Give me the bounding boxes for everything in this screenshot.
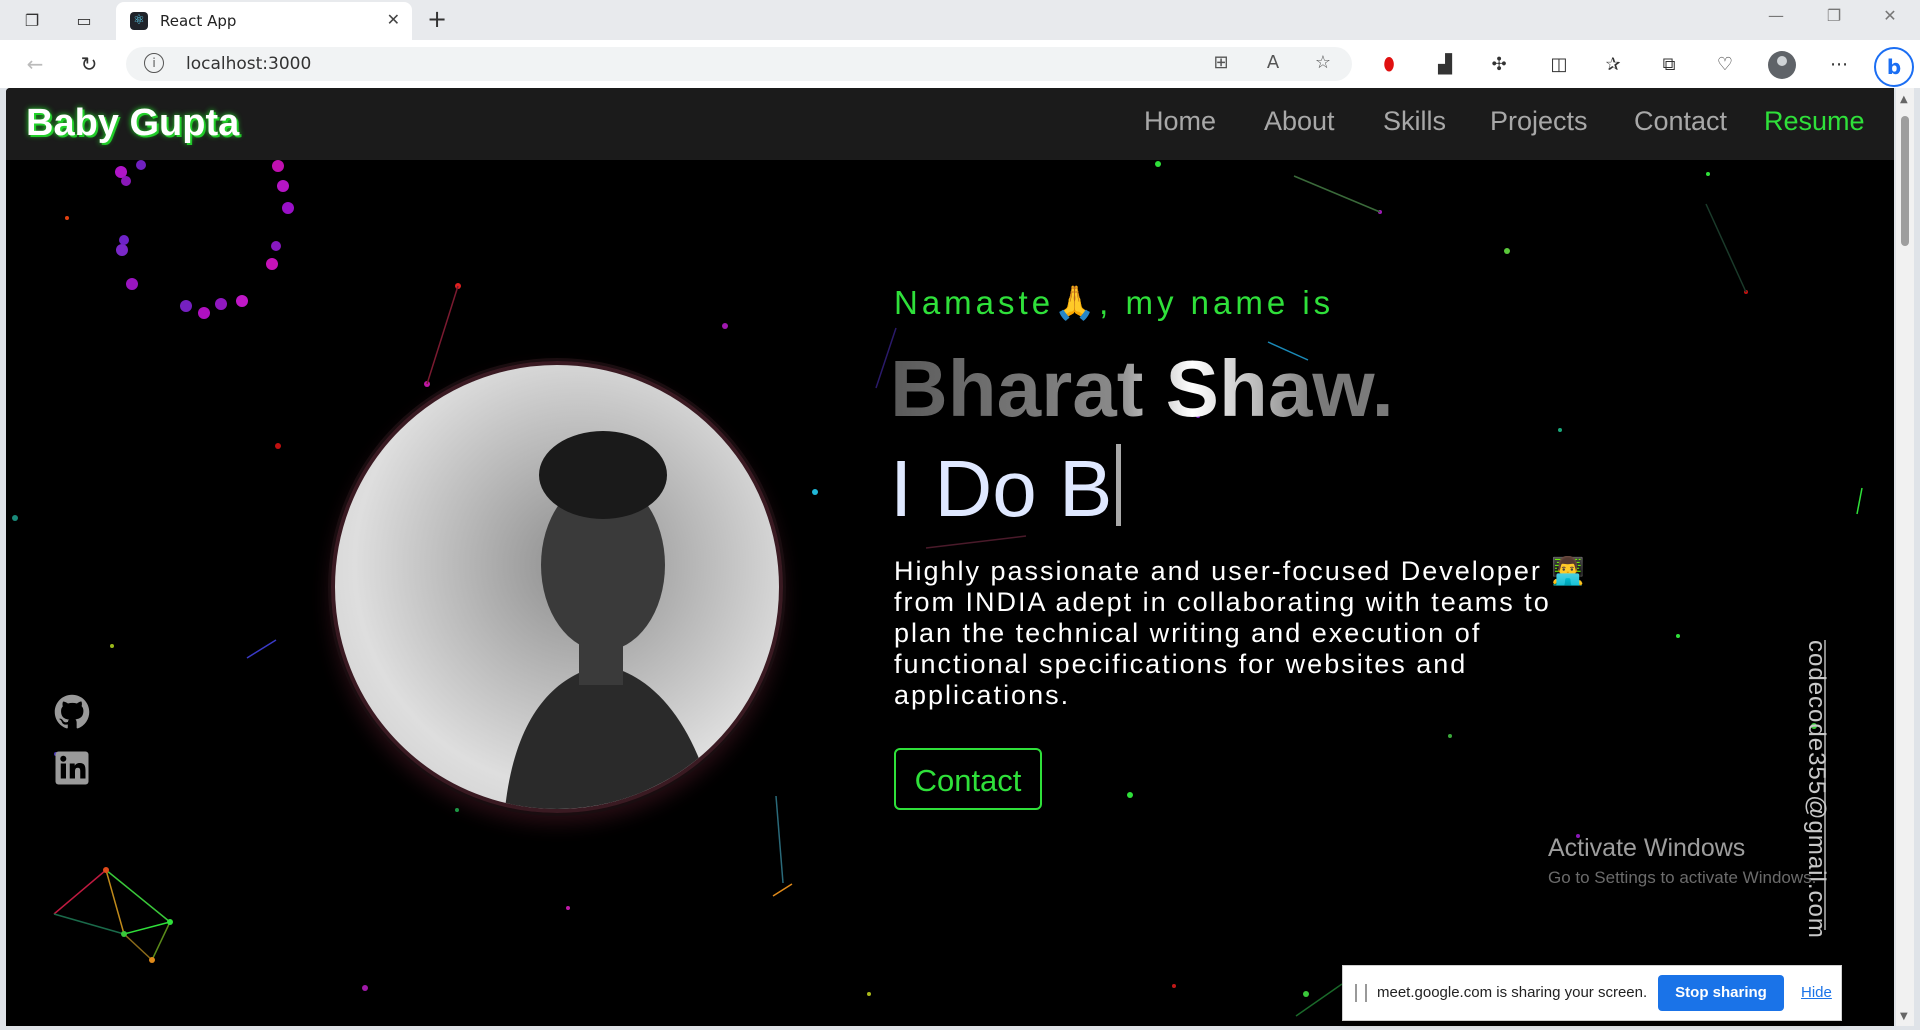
nav-projects[interactable]: Projects [1490,106,1588,137]
nav-about[interactable]: About [1264,106,1335,137]
site-info-icon[interactable]: i [144,53,164,73]
split-screen-icon[interactable]: ◫ [1546,52,1572,78]
copilot-icon[interactable]: b [1874,47,1914,87]
page-scrollbar[interactable]: ▲ ▼ [1896,88,1914,1026]
drag-handle-icon[interactable] [1355,984,1367,1002]
greeting-text: Namaste🙏, my name is [894,284,1335,321]
typing-value: I Do B [890,444,1113,533]
favorites-icon[interactable]: ✰ [1600,52,1626,78]
screen-share-bar: meet.google.com is sharing your screen. … [1342,965,1842,1021]
particle-cluster [53,867,173,963]
extensions-icon[interactable]: ✣ [1486,52,1512,78]
toolbar: ← ↻ i localhost:3000 ⊞ A ☆ ⬮ ▟ ✣ ◫ ✰ ⧉ ♡… [0,40,1920,88]
url-text[interactable]: localhost:3000 [186,54,311,74]
read-aloud-icon[interactable]: A [1260,52,1286,73]
typing-cursor [1116,444,1122,526]
stop-sharing-button[interactable]: Stop sharing [1658,975,1784,1011]
scroll-down-icon[interactable]: ▼ [1900,1011,1908,1022]
hero-name: Bharat Shaw. [890,344,1394,433]
contact-button[interactable]: Contact [894,748,1042,810]
share-message: meet.google.com is sharing your screen. [1377,984,1648,1001]
close-window-icon[interactable]: ✕ [1870,6,1910,25]
browser-essentials-icon[interactable]: ♡ [1712,52,1738,78]
tab-title: React App [160,12,237,30]
activate-windows-subtitle: Go to Settings to activate Windows. [1548,868,1817,887]
back-icon[interactable]: ← [20,50,50,78]
brand-logo[interactable]: Baby Gupta [26,102,239,145]
tab-actions-icon[interactable]: ▭ [70,8,98,32]
address-bar[interactable]: i localhost:3000 ⊞ A ☆ [126,47,1352,81]
react-favicon-icon: ⚛ [130,12,148,30]
scroll-up-icon[interactable]: ▲ [1900,94,1908,105]
new-tab-icon[interactable]: + [422,5,452,33]
opera-extension-icon[interactable]: ⬮ [1376,52,1402,78]
scroll-thumb[interactable] [1901,116,1909,246]
hero-description: Highly passionate and user-focused Devel… [894,556,1587,710]
nav-home[interactable]: Home [1144,106,1216,137]
profile-photo [331,361,783,813]
collections-icon[interactable]: ⧉ [1656,52,1682,78]
workspaces-icon[interactable]: ❐ [18,8,46,32]
refresh-icon[interactable]: ↻ [74,50,104,78]
email-link[interactable]: codecode355@gmail.com [1802,640,1830,939]
restore-icon[interactable]: ❐ [1814,6,1854,25]
minimize-icon[interactable]: — [1756,6,1796,25]
nav-resume[interactable]: Resume [1764,106,1865,137]
site-navbar: Baby Gupta Home About Skills Projects Co… [6,88,1894,160]
profile-avatar[interactable] [1768,51,1796,79]
tab-close-icon[interactable]: ✕ [387,10,400,29]
activate-windows-title: Activate Windows [1548,834,1746,862]
performance-extension-icon[interactable]: ▟ [1432,52,1458,78]
app-available-icon[interactable]: ⊞ [1208,52,1234,73]
portrait-silhouette-icon [505,431,715,809]
hide-link[interactable]: Hide [1801,984,1832,1001]
tab-react-app[interactable]: ⚛ React App ✕ [116,2,412,40]
more-menu-icon[interactable]: ⋯ [1826,52,1852,78]
tab-strip: ❐ ▭ ⚛ React App ✕ + — ❐ ✕ [0,0,1920,40]
typing-text: I Do B [890,443,1122,535]
linkedin-icon[interactable] [54,750,90,786]
nav-skills[interactable]: Skills [1383,106,1446,137]
nav-contact[interactable]: Contact [1634,106,1727,137]
github-icon[interactable] [54,694,90,730]
favorite-star-icon[interactable]: ☆ [1310,52,1336,73]
